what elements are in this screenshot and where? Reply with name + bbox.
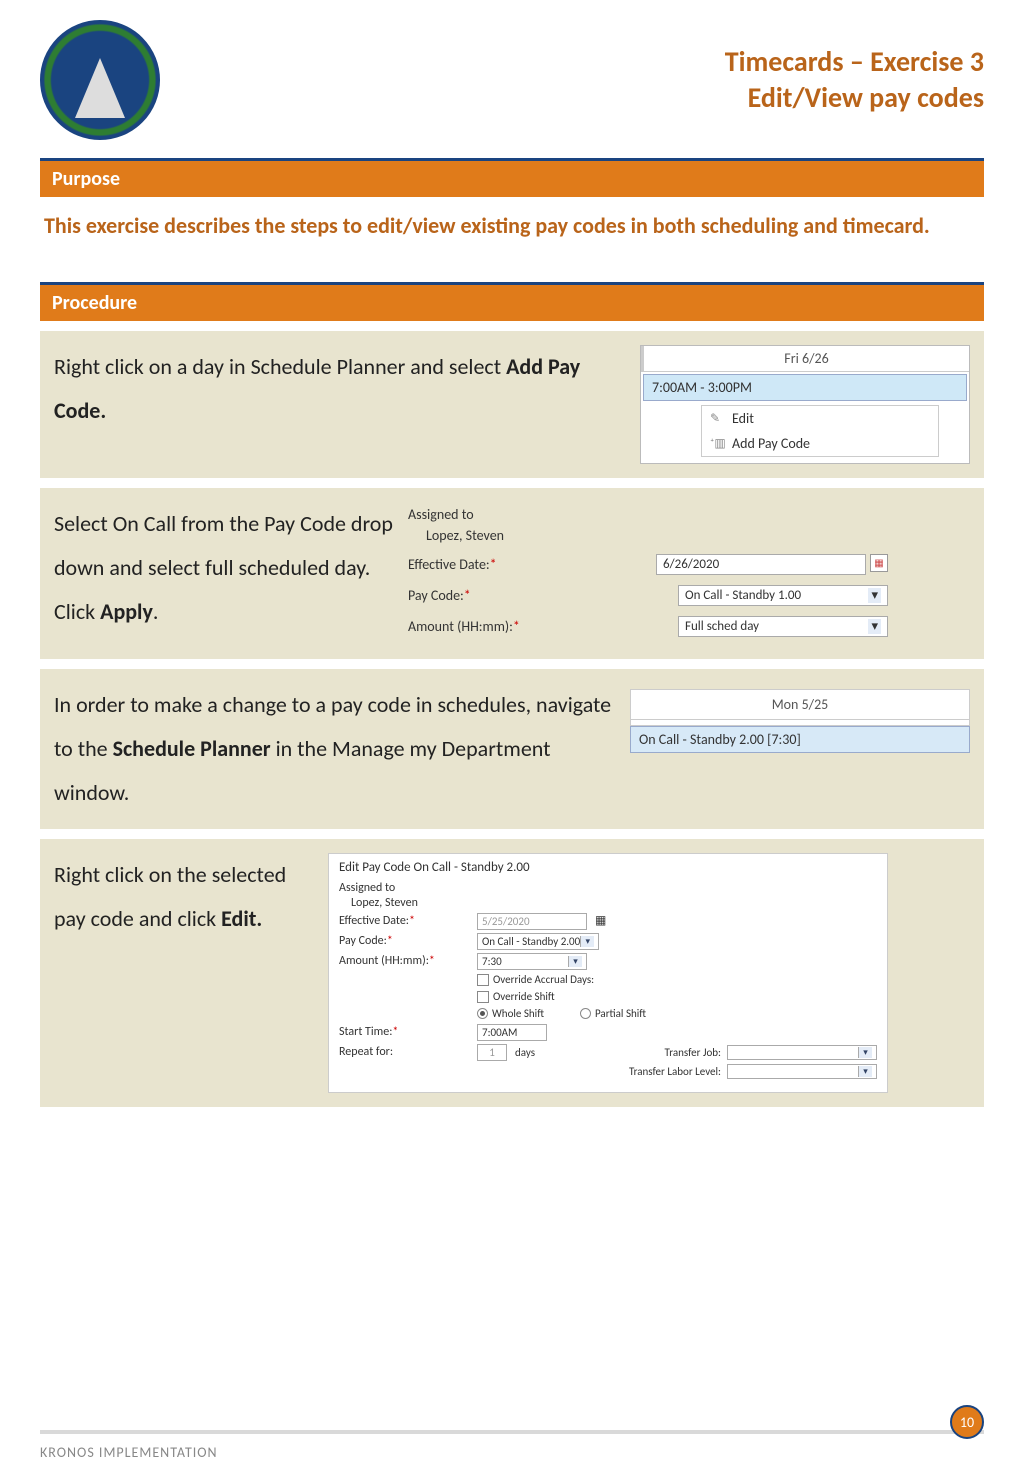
title-line-2: Edit/View pay codes [725, 80, 984, 116]
edit-pay-code-dialog-screenshot: Edit Pay Code On Call - Standby 2.00 Ass… [328, 853, 888, 1093]
state-seal-logo [40, 20, 160, 140]
menu-item-add-pay-code[interactable]: ⁺▥ Add Pay Code [702, 431, 938, 456]
amount-label: Amount (HH:mm):* [408, 618, 588, 635]
step-1-text: Right click on a day in Schedule Planner… [54, 345, 626, 464]
assigned-to-label: Assigned to [408, 506, 888, 523]
effective-date-field[interactable]: 6/26/2020 [656, 554, 866, 575]
schedule-cell-screenshot: Mon 5/25 On Call - Standby 2.00 [7:30] [630, 689, 970, 815]
day-header-2: Mon 5/25 [630, 689, 970, 720]
step-4-bold: Edit. [221, 905, 262, 932]
assigned-to-value: Lopez, Steven [426, 527, 888, 544]
purpose-heading: Purpose [40, 158, 984, 197]
footer-text: KRONOS IMPLEMENTATION [40, 1444, 218, 1461]
pay-code-dropdown[interactable]: On Call - Standby 1.00▾ [678, 585, 888, 606]
chevron-down-icon: ▾ [868, 588, 881, 603]
whole-shift-radio[interactable]: Whole Shift [477, 1007, 544, 1021]
menu-edit-label: Edit [732, 410, 754, 427]
step-4: Right click on the selected pay code and… [40, 839, 984, 1107]
pencil-icon: ✎ [710, 411, 724, 426]
chevron-down-icon: ▾ [868, 619, 881, 634]
intro-text: This exercise describes the steps to edi… [40, 197, 984, 272]
footer: KRONOS IMPLEMENTATION [40, 1430, 984, 1461]
transfer-labor-label: Transfer Labor Level: [629, 1065, 721, 1078]
repeat-unit: days [515, 1046, 535, 1059]
paycode-entry[interactable]: On Call - Standby 2.00 [7:30] [630, 726, 970, 753]
chevron-down-icon: ▾ [580, 936, 594, 947]
header: Timecards – Exercise 3 Edit/View pay cod… [40, 20, 984, 140]
chevron-down-icon: ▾ [858, 1066, 872, 1077]
step-3: In order to make a change to a pay code … [40, 669, 984, 829]
repeat-for-label: Repeat for: [339, 1045, 469, 1059]
title-line-1: Timecards – Exercise 3 [725, 44, 984, 80]
start-time-field[interactable]: 7:00AM [477, 1024, 547, 1041]
step-4-text: Right click on the selected pay code and… [54, 853, 314, 941]
effective-date-label-2: Effective Date:* [339, 914, 469, 928]
step-2-text-c: . [153, 598, 159, 625]
calendar-icon[interactable]: ▦ [595, 913, 611, 929]
page-title: Timecards – Exercise 3 Edit/View pay cod… [725, 44, 984, 117]
menu-item-edit[interactable]: ✎ Edit [702, 406, 938, 431]
step-2: Select On Call from the Pay Code drop do… [40, 488, 984, 659]
amount-label-2: Amount (HH:mm):* [339, 954, 469, 968]
step-2-text: Select On Call from the Pay Code drop do… [54, 502, 394, 645]
step-3-bold: Schedule Planner [113, 735, 271, 762]
chevron-down-icon: ▾ [858, 1047, 872, 1058]
add-pay-code-form-screenshot: Assigned to Lopez, Steven Effective Date… [408, 502, 888, 645]
day-header: Fri 6/26 [641, 346, 969, 372]
step-2-bold: Apply [100, 598, 153, 625]
pay-code-label: Pay Code:* [408, 587, 588, 604]
pay-code-dropdown-2[interactable]: On Call - Standby 2.00▾ [477, 933, 599, 950]
transfer-job-label: Transfer Job: [665, 1046, 721, 1059]
start-time-label: Start Time:* [339, 1025, 469, 1039]
schedule-context-menu-screenshot: Fri 6/26 7:00AM - 3:00PM ✎ Edit ⁺▥ Add P… [640, 345, 970, 464]
step-1: Right click on a day in Schedule Planner… [40, 331, 984, 478]
chevron-down-icon: ▾ [568, 956, 582, 967]
transfer-job-dropdown[interactable]: ▾ [727, 1045, 877, 1060]
dialog-title: Edit Pay Code On Call - Standby 2.00 [339, 860, 877, 875]
amount-dropdown-2[interactable]: 7:30▾ [477, 953, 587, 970]
page-number-badge: 10 [950, 1405, 984, 1439]
calendar-icon[interactable]: ▦ [870, 554, 888, 572]
procedure-heading: Procedure [40, 282, 984, 321]
effective-date-field-2[interactable]: 5/25/2020 [477, 913, 587, 930]
step-3-text: In order to make a change to a pay code … [54, 683, 616, 815]
pay-code-label-2: Pay Code:* [339, 934, 469, 948]
override-accrual-checkbox[interactable]: Override Accrual Days: [477, 973, 594, 987]
step-1-text-a: Right click on a day in Schedule Planner… [54, 353, 506, 380]
effective-date-label: Effective Date:* [408, 556, 588, 573]
add-icon: ⁺▥ [710, 436, 724, 451]
assigned-to-label-2: Assigned to [339, 881, 469, 895]
shift-cell[interactable]: 7:00AM - 3:00PM [643, 374, 967, 401]
context-menu: ✎ Edit ⁺▥ Add Pay Code [701, 405, 939, 457]
override-shift-checkbox[interactable]: Override Shift [477, 990, 555, 1004]
repeat-for-field[interactable]: 1 [477, 1044, 507, 1061]
transfer-labor-dropdown[interactable]: ▾ [727, 1064, 877, 1079]
partial-shift-radio[interactable]: Partial Shift [580, 1007, 646, 1021]
menu-add-label: Add Pay Code [732, 435, 810, 452]
assigned-to-value-2: Lopez, Steven [339, 896, 469, 910]
amount-dropdown[interactable]: Full sched day▾ [678, 616, 888, 637]
